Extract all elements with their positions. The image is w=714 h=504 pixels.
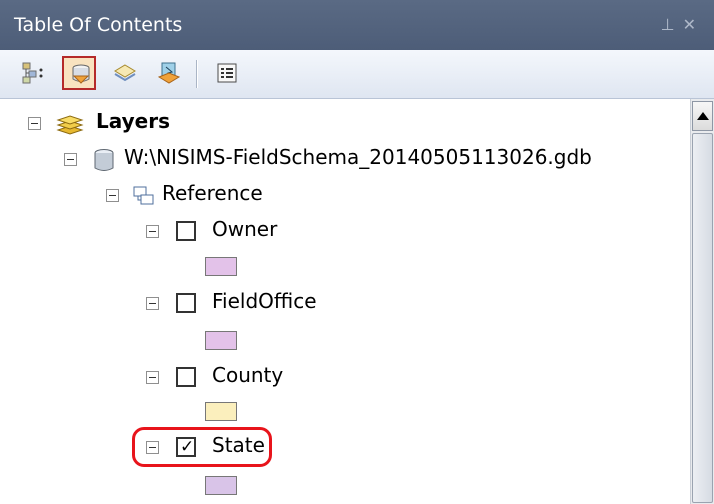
tree-node-layer-state[interactable]: ✓ State [0,431,680,467]
list-by-visibility-icon [114,64,136,82]
symbol-swatch-state[interactable] [205,476,237,495]
list-by-selection-button[interactable] [152,56,186,90]
toc-toolbar [0,50,714,99]
tree-node-reference[interactable]: Reference [0,179,680,215]
tree-node-layers[interactable]: Layers [0,107,680,143]
tree-node-label: County [212,363,284,387]
options-icon [217,63,237,83]
tree-node-label: Reference [162,181,263,205]
tree-node-layer-county[interactable]: County [0,361,680,397]
layer-tree: Layers W:\NISIMS-FieldSchema_20140505113… [0,99,690,504]
list-by-visibility-button[interactable] [108,56,142,90]
scrollbar-thumb[interactable] [692,133,713,503]
list-by-selection-icon [157,62,181,84]
window-title: Table Of Contents [14,14,183,36]
list-by-drawing-order-button[interactable] [16,56,50,90]
geodatabase-icon [94,149,114,171]
list-by-drawing-order-icon [22,62,43,84]
tree-node-geodatabase[interactable]: W:\NISIMS-FieldSchema_20140505113026.gdb [0,143,680,179]
options-button[interactable] [210,56,244,90]
layers-icon [56,115,84,135]
tree-node-label: W:\NISIMS-FieldSchema_20140505113026.gdb [124,145,592,169]
collapse-toggle[interactable] [146,371,159,384]
collapse-toggle[interactable] [106,189,119,202]
vertical-scrollbar[interactable] [690,99,714,504]
annotation-highlight-state [132,427,272,467]
collapse-toggle[interactable] [28,117,41,130]
layer-visibility-checkbox[interactable] [176,293,196,313]
list-by-source-button[interactable] [62,56,96,90]
close-icon[interactable]: ✕ [683,15,704,34]
tree-node-label: FieldOffice [212,289,317,313]
collapse-toggle[interactable] [146,225,159,238]
scroll-up-arrow-icon[interactable] [692,101,713,131]
collapse-toggle[interactable] [146,297,159,310]
symbol-swatch-owner[interactable] [205,257,237,276]
tree-node-label: Owner [212,217,278,241]
tree-node-layer-fieldoffice[interactable]: FieldOffice [0,287,680,323]
tree-node-label: Layers [96,109,170,133]
pin-icon[interactable]: ⊥ [661,15,683,34]
toolbar-separator [196,60,198,88]
layer-visibility-checkbox[interactable] [176,221,196,241]
feature-dataset-icon [133,186,154,205]
layer-visibility-checkbox[interactable] [176,367,196,387]
symbol-swatch-county[interactable] [205,402,237,421]
list-by-source-icon [72,64,90,84]
symbol-swatch-fieldoffice[interactable] [205,331,237,350]
toc-title-bar: Table Of Contents ⊥✕ [0,0,714,50]
tree-node-layer-owner[interactable]: Owner [0,215,680,251]
title-bar-controls: ⊥✕ [661,15,704,34]
collapse-toggle[interactable] [64,153,77,166]
